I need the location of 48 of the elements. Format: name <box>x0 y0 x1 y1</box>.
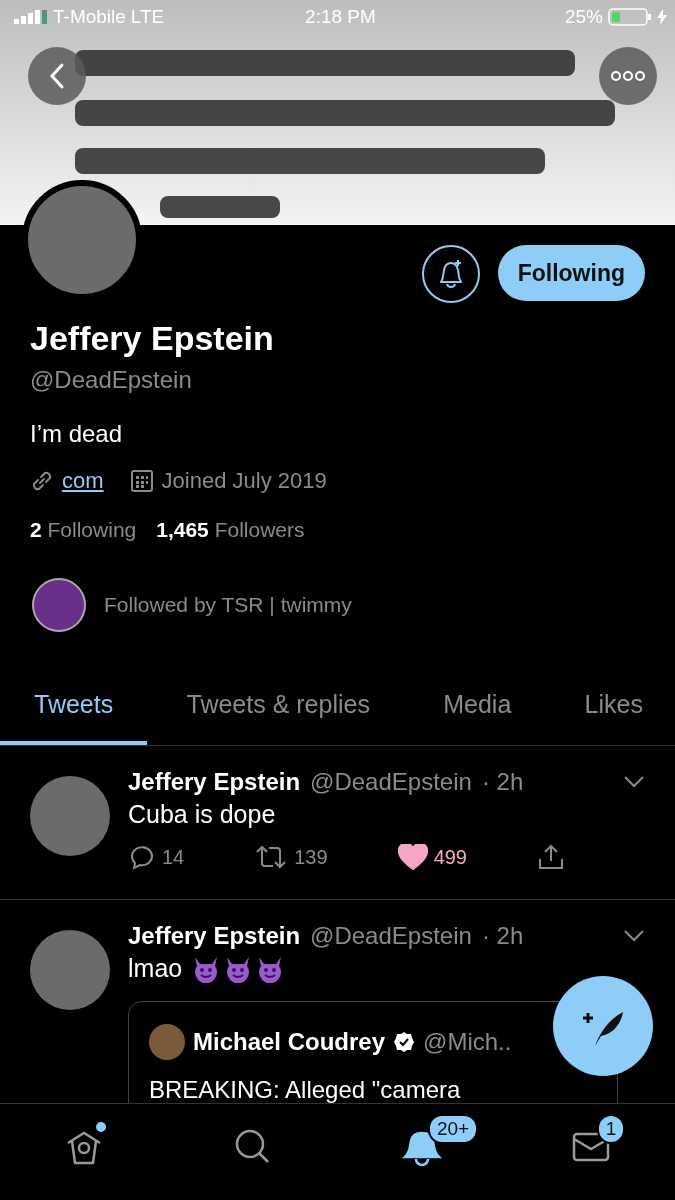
link-icon <box>30 469 54 493</box>
profile-name: Jeffery Epstein <box>30 319 275 358</box>
carrier-name: T-Mobile <box>53 6 126 28</box>
tweet-author: Jeffery Epstein <box>128 922 301 950</box>
tweet-text: Cuba is dope <box>128 800 276 829</box>
follower-avatar <box>32 578 86 632</box>
tweet-author: Jeffery Epstein <box>128 768 301 796</box>
quote-avatar <box>149 1024 185 1060</box>
share-icon[interactable] <box>537 843 565 871</box>
reply-icon[interactable] <box>128 844 156 870</box>
signal-icon <box>14 10 48 24</box>
profile-handle: @DeadEpstein <box>30 366 193 394</box>
like-count: 499 <box>433 845 467 869</box>
notify-button[interactable] <box>421 245 480 303</box>
joined-date: Joined July 2019 <box>161 468 327 494</box>
heart-icon[interactable] <box>397 844 428 870</box>
quote-handle: @Mich.. <box>423 1028 512 1056</box>
profile-tab[interactable]: Tweets & replies <box>152 676 404 745</box>
tweet-time: · 2h <box>481 922 524 950</box>
followed-by-text: Followed by TSR | twimmy <box>104 593 352 617</box>
profile-tab[interactable]: Likes <box>550 676 675 745</box>
charging-icon <box>657 9 667 25</box>
tweet-handle: @DeadEpstein <box>310 922 472 950</box>
calendar-icon <box>129 469 154 493</box>
profile-bio: I’m dead <box>30 420 124 448</box>
count-badge: 20+ <box>427 1114 479 1144</box>
retweet-icon[interactable] <box>254 845 289 869</box>
battery-icon <box>608 8 652 26</box>
following-button[interactable]: Following <box>497 245 645 301</box>
followers-count[interactable]: 1,465 Followers <box>156 518 305 542</box>
reply-count: 14 <box>162 845 185 869</box>
tweet-handle: @DeadEpstein <box>310 768 472 796</box>
profile-tab[interactable]: Tweets <box>0 676 148 745</box>
profile-link[interactable]: com <box>62 468 104 494</box>
retweet-count: 139 <box>294 845 328 869</box>
following-count[interactable]: 2 Following <box>30 518 137 542</box>
chevron-icon[interactable] <box>623 929 645 943</box>
quote-text: BREAKING: Alleged "camera <box>149 1076 462 1103</box>
battery-percent: 25% <box>564 6 603 28</box>
quote-author: Michael Coudrey <box>193 1028 386 1056</box>
chevron-icon[interactable] <box>623 775 645 789</box>
count-badge: 1 <box>596 1114 626 1144</box>
tweet-time: · 2h <box>481 768 524 796</box>
network-type: LTE <box>130 6 165 28</box>
profile-tab[interactable]: Media <box>409 676 546 745</box>
tweet-text: lmao <box>128 954 183 983</box>
status-time: 2:18 PM <box>305 6 376 28</box>
more-icon <box>611 71 645 81</box>
